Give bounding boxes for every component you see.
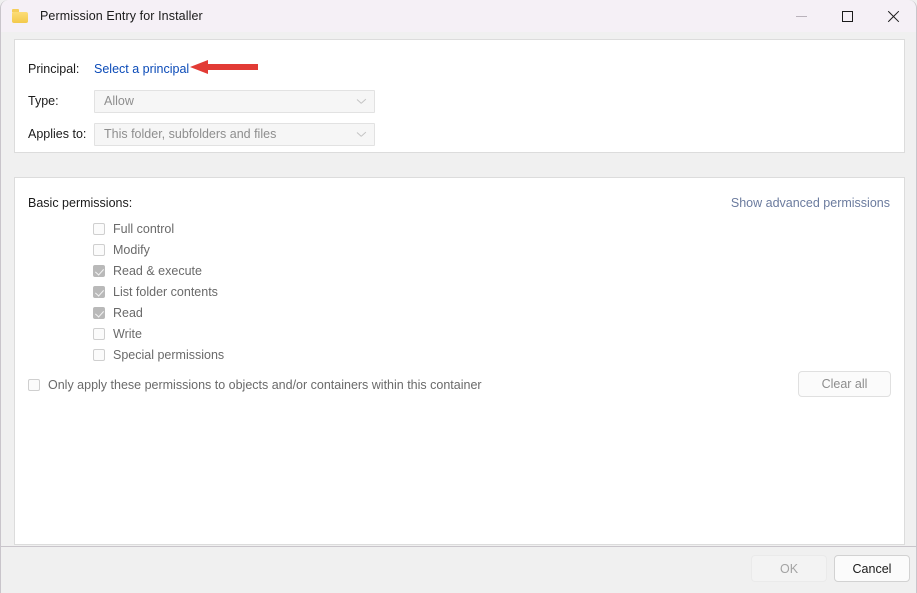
folder-icon xyxy=(12,9,29,23)
checkbox-modify[interactable] xyxy=(93,243,105,256)
checkbox-only-apply-to-container[interactable] xyxy=(28,379,40,391)
principal-panel: Principal: Select a principal Type: Allo… xyxy=(14,39,905,153)
permission-label: Modify xyxy=(113,242,150,257)
window-controls xyxy=(778,0,916,32)
chevron-down-icon xyxy=(357,99,365,104)
permissions-panel: Basic permissions: Show advanced permiss… xyxy=(14,177,905,545)
permission-label: Special permissions xyxy=(113,347,225,362)
type-dropdown[interactable]: Allow xyxy=(94,89,375,113)
applies-to-label: Applies to: xyxy=(28,127,87,141)
type-label: Type: xyxy=(28,94,59,108)
permission-entry-dialog: Permission Entry for Installer Principal… xyxy=(0,0,917,593)
checkbox-full-control[interactable] xyxy=(93,222,105,235)
permission-row[interactable]: List folder contents xyxy=(93,281,224,302)
checkbox-list-folder-contents[interactable] xyxy=(93,285,105,298)
clear-all-button[interactable]: Clear all xyxy=(798,371,891,397)
permission-row[interactable]: Read & execute xyxy=(93,260,224,281)
window-title: Permission Entry for Installer xyxy=(40,9,203,23)
minimize-button[interactable] xyxy=(778,0,824,32)
only-apply-label: Only apply these permissions to objects … xyxy=(48,378,482,392)
principal-row: Principal: Select a principal xyxy=(28,59,189,79)
chevron-down-icon xyxy=(357,132,365,137)
type-dropdown-value: Allow xyxy=(104,94,134,108)
permission-checkbox-list: Full control Modify Read & execute List … xyxy=(93,218,224,365)
permission-label: Read & execute xyxy=(113,263,202,278)
permission-row[interactable]: Modify xyxy=(93,239,224,260)
close-icon xyxy=(887,10,900,23)
applies-to-row: Applies to: This folder, subfolders and … xyxy=(28,122,375,146)
permission-label: Read xyxy=(113,305,143,320)
permission-row[interactable]: Full control xyxy=(93,218,224,239)
principal-label: Principal: xyxy=(28,62,80,76)
cancel-button[interactable]: Cancel xyxy=(834,555,910,582)
permission-label: Full control xyxy=(113,221,175,236)
select-a-principal-link[interactable]: Select a principal xyxy=(94,62,189,76)
checkbox-write[interactable] xyxy=(93,327,105,340)
maximize-icon xyxy=(841,10,853,22)
basic-permissions-heading: Basic permissions: xyxy=(28,196,133,210)
permission-row[interactable]: Special permissions xyxy=(93,344,224,365)
show-advanced-permissions-link[interactable]: Show advanced permissions xyxy=(731,196,890,210)
minimize-icon xyxy=(795,15,807,17)
checkbox-special-permissions[interactable] xyxy=(93,348,105,361)
only-apply-row[interactable]: Only apply these permissions to objects … xyxy=(28,378,482,392)
permission-label: List folder contents xyxy=(113,284,218,299)
permission-row[interactable]: Read xyxy=(93,302,224,323)
maximize-button[interactable] xyxy=(824,0,870,32)
applies-to-dropdown-value: This folder, subfolders and files xyxy=(104,127,277,141)
ok-button[interactable]: OK xyxy=(751,555,827,582)
type-row: Type: Allow xyxy=(28,89,375,113)
close-button[interactable] xyxy=(870,0,916,32)
permission-row[interactable]: Write xyxy=(93,323,224,344)
applies-to-dropdown[interactable]: This folder, subfolders and files xyxy=(94,122,375,146)
title-bar: Permission Entry for Installer xyxy=(1,0,916,32)
dialog-footer: OK Cancel xyxy=(1,546,916,593)
checkbox-read[interactable] xyxy=(93,306,105,319)
checkbox-read-execute[interactable] xyxy=(93,264,105,277)
permission-label: Write xyxy=(113,326,142,341)
